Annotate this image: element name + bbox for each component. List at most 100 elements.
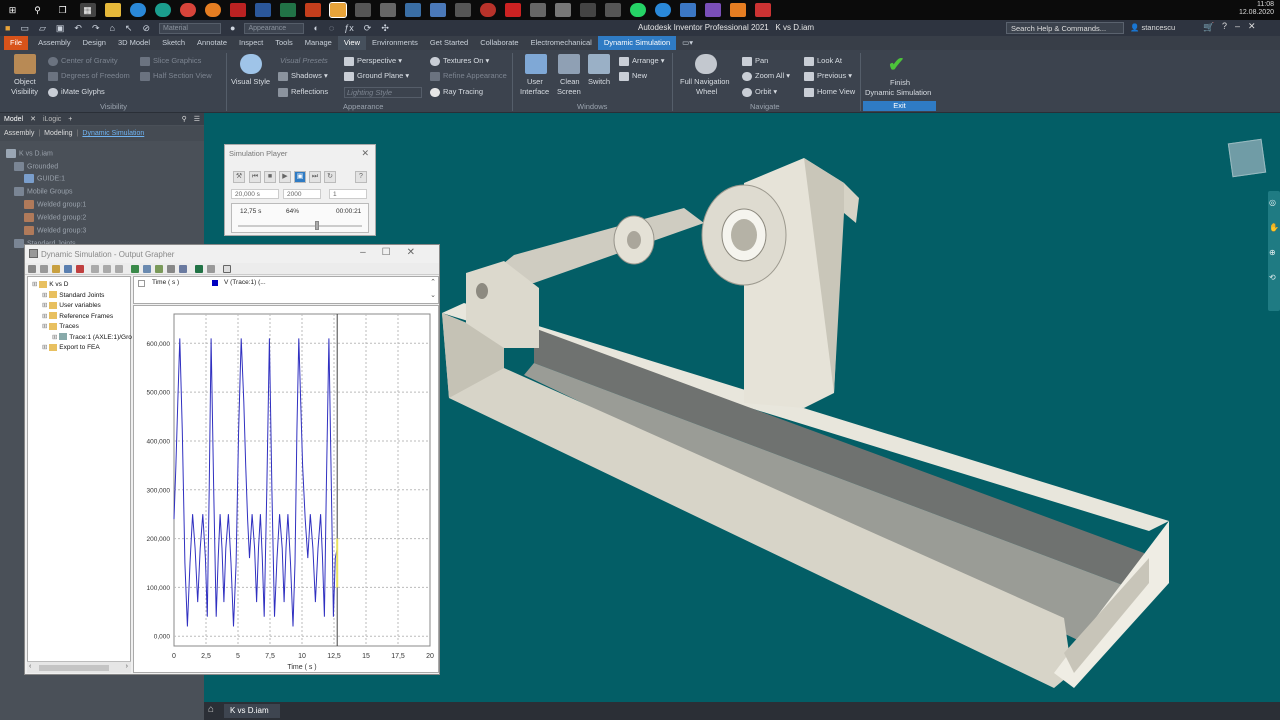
browser-menu-icon[interactable]: ☰ bbox=[190, 115, 204, 123]
loop-button[interactable]: ↻ bbox=[324, 171, 336, 183]
help-icon[interactable]: ? bbox=[1222, 21, 1235, 31]
record-button[interactable]: ▣ bbox=[294, 171, 306, 183]
material-combo[interactable]: Material bbox=[159, 22, 222, 34]
grapher-excel-icon[interactable] bbox=[195, 265, 203, 273]
scroll-left-icon[interactable]: ‹ bbox=[29, 663, 31, 670]
file-explorer-icon[interactable] bbox=[104, 3, 121, 17]
app-menu-icon[interactable]: ■ bbox=[5, 23, 10, 33]
scroll-right-icon[interactable]: › bbox=[126, 663, 128, 670]
grapher-tree-item[interactable]: ⊞ Reference Frames bbox=[42, 312, 113, 320]
app-icon-11[interactable] bbox=[604, 3, 621, 17]
filter-field[interactable]: 1 bbox=[329, 189, 367, 199]
finish-checkmark-icon[interactable]: ✔ bbox=[888, 52, 905, 77]
open-file-icon[interactable]: ▱ bbox=[39, 23, 46, 34]
chrome-icon[interactable] bbox=[179, 3, 196, 17]
tree-expander-icon[interactable]: ⊞ bbox=[42, 292, 49, 299]
degrees-of-freedom-button[interactable]: Degrees of Freedom bbox=[48, 71, 130, 81]
list-scroll-down-icon[interactable]: ⌄ bbox=[430, 291, 436, 299]
previous-view-button[interactable]: Previous ▾ bbox=[804, 71, 852, 81]
help-search-input[interactable]: Search Help & Commands... bbox=[1006, 22, 1124, 34]
edge-new-icon[interactable] bbox=[154, 3, 171, 17]
grapher-delete-icon[interactable] bbox=[76, 265, 84, 273]
grapher-tree-item[interactable]: ⊞ User variables bbox=[42, 301, 101, 309]
new-window-button[interactable]: New bbox=[619, 71, 647, 81]
app-icon-3[interactable] bbox=[404, 3, 421, 17]
pan-button[interactable]: Pan bbox=[742, 56, 768, 66]
object-visibility-label-2[interactable]: Visibility bbox=[11, 87, 38, 96]
half-section-button[interactable]: Half Section View bbox=[140, 71, 212, 81]
tab-tools[interactable]: Tools bbox=[269, 36, 299, 50]
clean-screen-label[interactable]: Clean bbox=[560, 77, 580, 86]
tree-row-welded-1[interactable]: Welded group:1 bbox=[24, 200, 86, 209]
tab-annotate[interactable]: Annotate bbox=[191, 36, 233, 50]
tab-environments[interactable]: Environments bbox=[366, 36, 424, 50]
powerpoint-icon[interactable] bbox=[304, 3, 321, 17]
grapher-open-icon[interactable] bbox=[52, 265, 60, 273]
tab-sketch[interactable]: Sketch bbox=[156, 36, 191, 50]
app-icon-2[interactable] bbox=[379, 3, 396, 17]
app-icon-15[interactable] bbox=[754, 3, 771, 17]
excel-icon[interactable] bbox=[279, 3, 296, 17]
grapher-xaxis-icon[interactable] bbox=[103, 265, 111, 273]
slice-graphics-button[interactable]: Slice Graphics bbox=[140, 56, 201, 66]
tree-row-mobile-groups[interactable]: Mobile Groups bbox=[14, 187, 73, 196]
grapher-tree-item[interactable]: ⊞ K vs D bbox=[32, 280, 68, 288]
save-icon[interactable]: ▣ bbox=[56, 23, 65, 34]
system-clock[interactable]: 11:08 12.08.2020 bbox=[1239, 1, 1274, 17]
construction-mode-button[interactable]: ⚒ bbox=[233, 171, 245, 183]
search-icon[interactable]: ⚲ bbox=[30, 3, 46, 17]
tab-collaborate[interactable]: Collaborate bbox=[474, 36, 524, 50]
user-interface-label-2[interactable]: Interface bbox=[520, 87, 549, 96]
vlc-icon[interactable] bbox=[729, 3, 746, 17]
grapher-help-icon[interactable] bbox=[223, 265, 231, 273]
list-scroll-up-icon[interactable]: ⌃ bbox=[430, 278, 436, 286]
lighting-style-combo[interactable]: Lighting Style bbox=[344, 87, 422, 98]
rewind-button[interactable]: ⏮ bbox=[249, 171, 261, 183]
ground-plane-button[interactable]: Ground Plane ▾ bbox=[344, 71, 409, 81]
tree-expander-icon[interactable]: ⊞ bbox=[42, 313, 49, 320]
visual-style-label[interactable]: Visual Style bbox=[231, 77, 270, 86]
app-icon-14[interactable] bbox=[704, 3, 721, 17]
images-field[interactable]: 2000 bbox=[283, 189, 321, 199]
tab-inspect[interactable]: Inspect bbox=[233, 36, 269, 50]
app-icon-8[interactable] bbox=[529, 3, 546, 17]
grapher-minimize-icon[interactable]: – bbox=[360, 247, 382, 258]
end-time-field[interactable]: 20,000 s bbox=[231, 189, 279, 199]
cart-icon[interactable]: 🛒 bbox=[1203, 22, 1214, 33]
new-file-icon[interactable]: ▭ bbox=[20, 23, 29, 34]
full-nav-wheel-label-2[interactable]: Wheel bbox=[696, 87, 717, 96]
grapher-close-icon[interactable]: ✕ bbox=[407, 247, 431, 258]
object-visibility-icon[interactable] bbox=[14, 54, 36, 74]
grapher-chart-area[interactable]: 0 2,5 5 7,5 10 12,5 15 17,5 20 0,000 100,000 200,00… bbox=[133, 305, 439, 673]
tab-electromechanical[interactable]: Electromechanical bbox=[525, 36, 598, 50]
select-icon[interactable]: ↖ bbox=[125, 23, 133, 34]
appearance-combo[interactable]: Appearance bbox=[244, 22, 305, 34]
tree-expander-icon[interactable]: ⊞ bbox=[42, 323, 49, 330]
arrange-button[interactable]: Arrange ▾ bbox=[619, 56, 665, 66]
grapher-tree-item[interactable]: ⊞ Export to FEA bbox=[42, 343, 100, 351]
perspective-button[interactable]: Perspective ▾ bbox=[344, 56, 402, 66]
grapher-tree-item[interactable]: ⊞ Trace:1 (AXLE:1)/Gro bbox=[52, 333, 132, 341]
grapher-tree-item[interactable]: ⊞ Standard Joints bbox=[42, 291, 104, 299]
grapher-export-icon[interactable] bbox=[207, 265, 215, 273]
ribbon-options-icon[interactable]: ▭▾ bbox=[676, 36, 699, 50]
pan-tool-icon[interactable]: ✋ bbox=[1269, 223, 1279, 232]
help-button[interactable]: ? bbox=[355, 171, 367, 183]
tree-row-grounded[interactable]: Grounded bbox=[14, 162, 58, 171]
visual-presets-button[interactable]: Visual Presets bbox=[280, 56, 328, 65]
word-icon[interactable] bbox=[254, 3, 271, 17]
grapher-curve-icon[interactable] bbox=[91, 265, 99, 273]
grapher-maximize-icon[interactable]: ☐ bbox=[382, 247, 407, 258]
grapher-yaxis-icon[interactable] bbox=[115, 265, 123, 273]
app-icon-7[interactable] bbox=[504, 3, 521, 17]
simulation-slider-track[interactable] bbox=[238, 225, 362, 227]
nav-wheel-icon[interactable]: ◎ bbox=[1269, 198, 1276, 207]
viewcube[interactable] bbox=[1227, 138, 1267, 178]
tree-row-welded-3[interactable]: Welded group:3 bbox=[24, 226, 86, 235]
grapher-import-icon[interactable] bbox=[28, 265, 36, 273]
windows-start-icon[interactable]: ⊞ bbox=[5, 3, 21, 17]
simulation-slider-thumb[interactable] bbox=[315, 221, 320, 230]
center-of-gravity-button[interactable]: Center of Gravity bbox=[48, 56, 118, 66]
undo-icon[interactable]: ↶ bbox=[74, 23, 82, 34]
tab-manage[interactable]: Manage bbox=[299, 36, 338, 50]
